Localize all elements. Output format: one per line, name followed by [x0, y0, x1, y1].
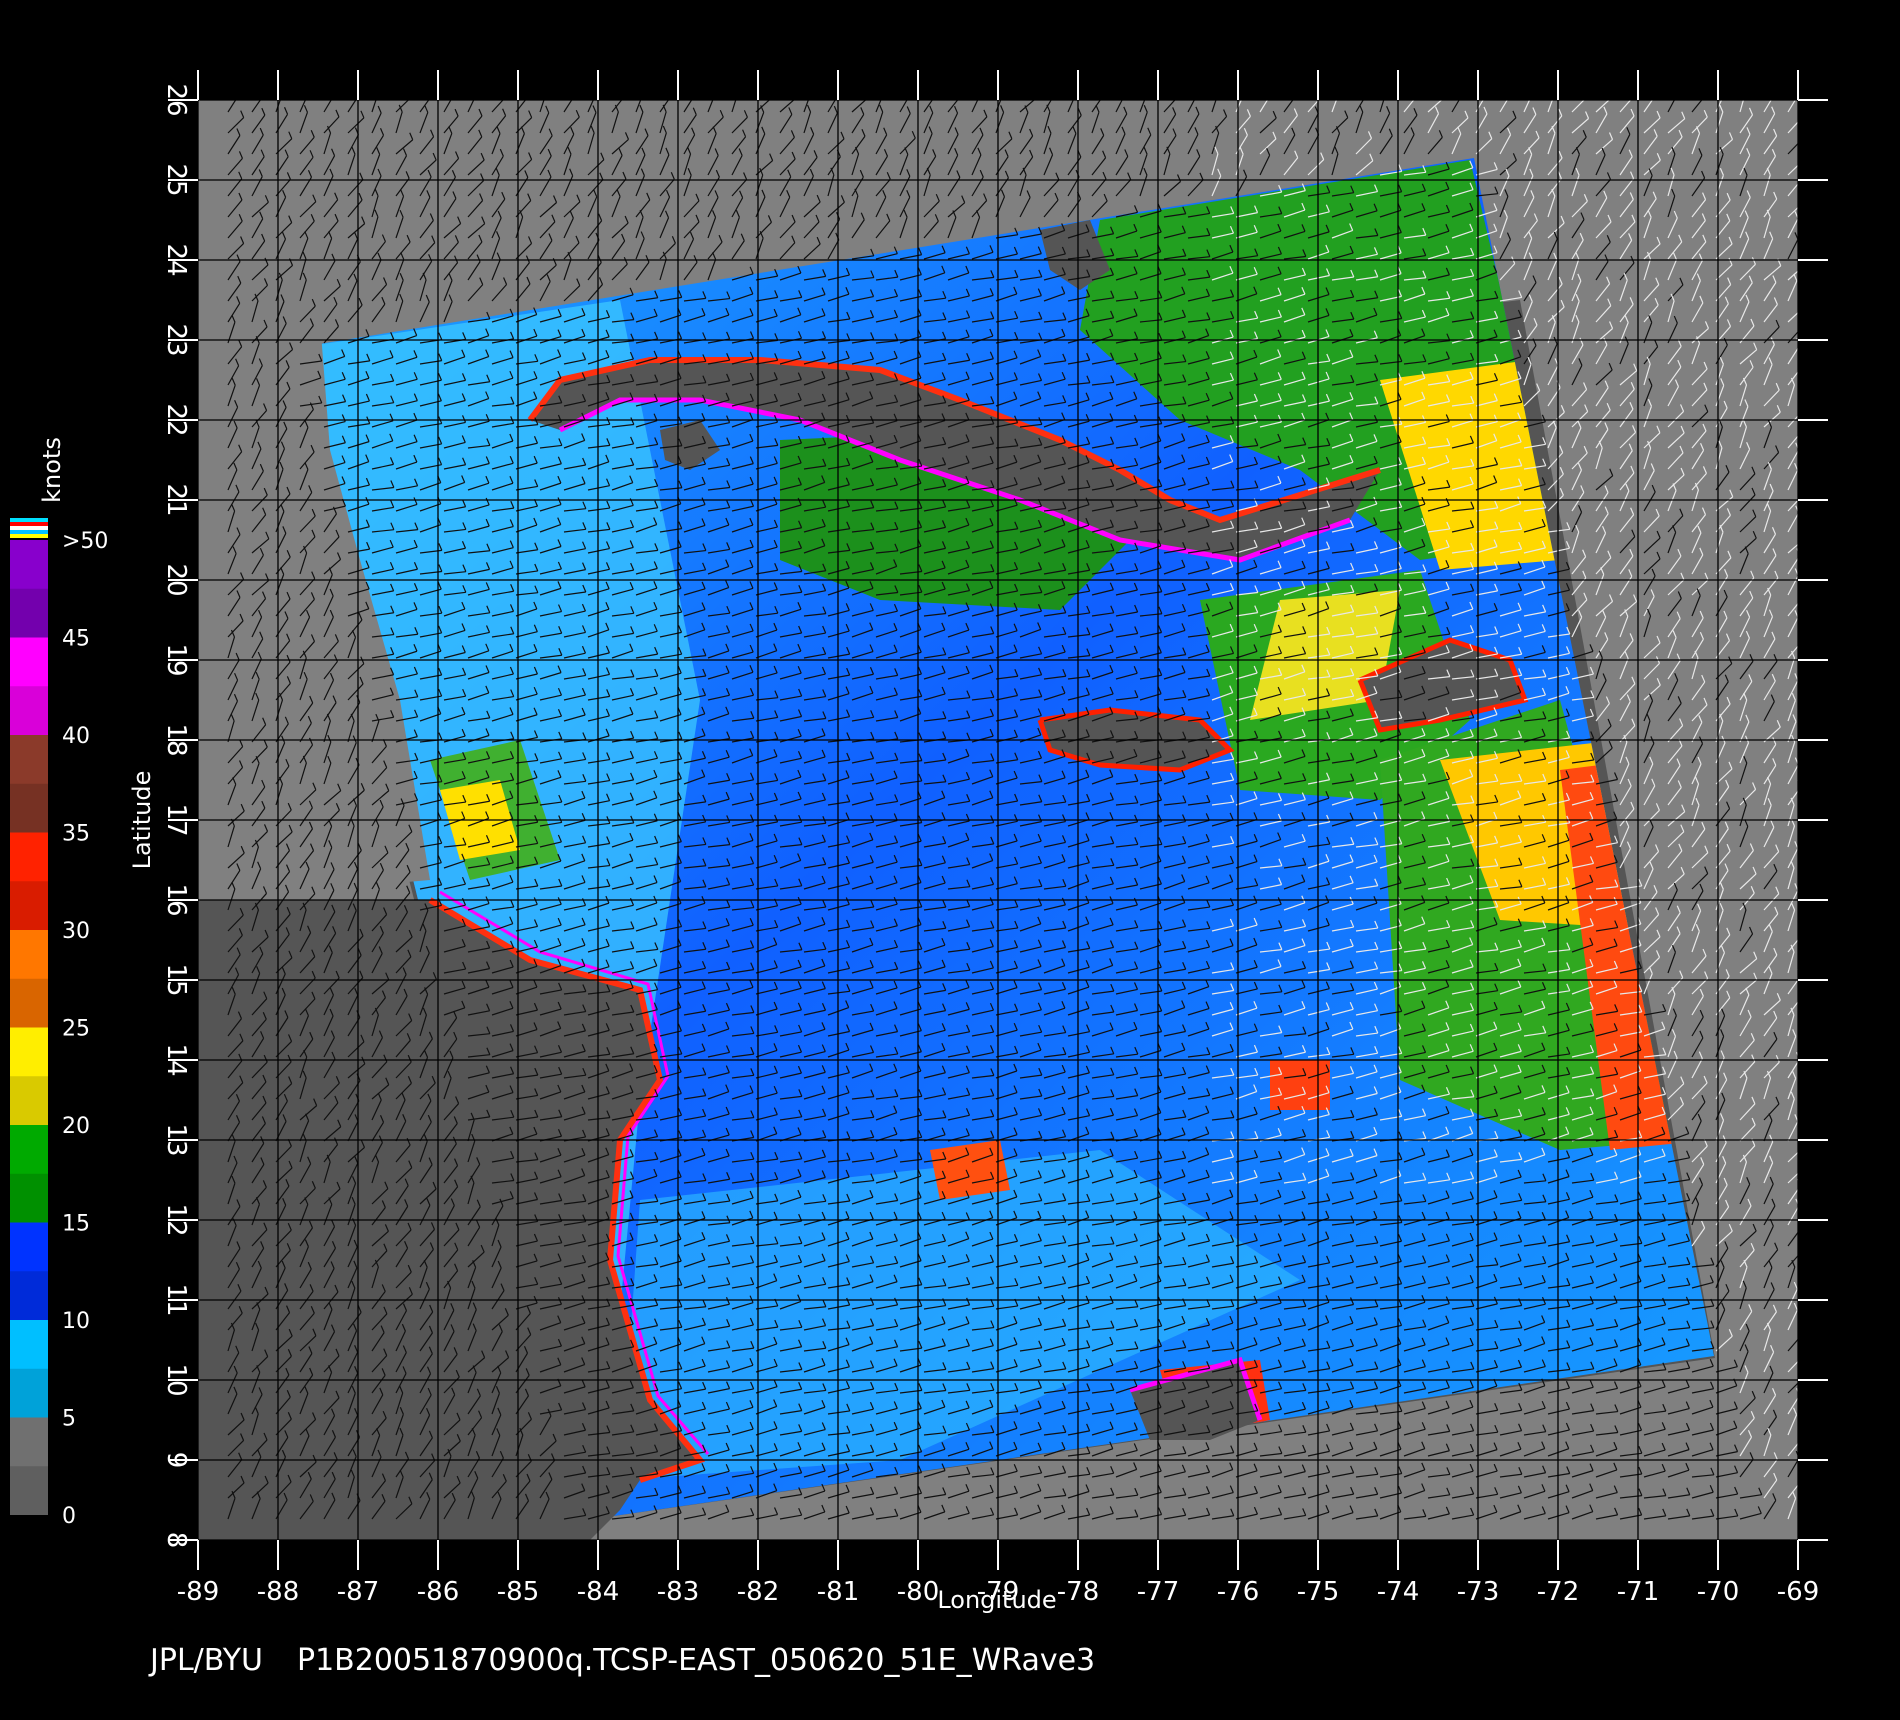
wind-barb-flag [1802, 532, 1805, 539]
wind-barb-flag [409, 90, 412, 97]
wind-barb-flag [959, 88, 962, 95]
wind-map-figure: -89 -88 -87 -86 -85 -84 -83 -82 -81 -80 -79 -78 -77-… [10, 70, 1828, 1678]
wind-barb-flag [1799, 592, 1802, 599]
wind-barb-flag [573, 86, 576, 93]
wind-barb-flag [332, 86, 335, 93]
wind-barb-flag [1123, 85, 1126, 92]
wind-barb-flag [1484, 86, 1487, 93]
wind-barb-flag [1320, 89, 1323, 96]
wind-barb-flag [881, 85, 884, 92]
wind-barb-flag [908, 86, 911, 93]
wind-barb-flag [594, 85, 597, 92]
wind-barb-flag [262, 87, 265, 94]
wind-barb-flag [1176, 89, 1179, 96]
wind-barb-flag [1001, 85, 1004, 92]
wind-barb-flag [1631, 88, 1634, 95]
wind-barb-flag [504, 89, 507, 96]
wind-barb-flag [1337, 84, 1340, 91]
wind-barb-flag [1703, 88, 1706, 95]
wind-barb-flag [1743, 84, 1746, 91]
wind-barb-flag [623, 88, 626, 95]
wind-barb-flag [1800, 404, 1803, 411]
wind-barb-flag [1145, 84, 1148, 91]
wind-barb-flag [544, 84, 547, 91]
wind-barb-flag [1799, 424, 1802, 431]
wind-barb-flag [1609, 90, 1612, 97]
wind-barb-flag [237, 86, 240, 93]
wind-barb-flag [1799, 172, 1802, 179]
wind-barb-flag [769, 90, 772, 97]
wind-barb-flag [1797, 360, 1798, 362]
wind-barb-flag [1799, 634, 1802, 641]
wind-barb-flag [693, 86, 696, 93]
wind-barb-flag [527, 88, 530, 95]
wind-barb-flag [1801, 153, 1804, 160]
wind-barb-flag [641, 84, 644, 91]
wind-barb-flag [978, 85, 981, 92]
wind-barb-flag [1364, 86, 1367, 93]
wind-barb-flag [1797, 779, 1798, 783]
scatterometer-wind-map: -89 -88 -87 -86 -85 -84 -83 -82 -81 -80 -79 -78 -77-… [0, 0, 1900, 1720]
wind-barb-flag [1415, 88, 1418, 95]
wind-barb-flag [1530, 85, 1533, 92]
wind-barb-flag [1101, 87, 1104, 94]
wind-barb-flag [1801, 300, 1804, 307]
wind-barb-flag [865, 90, 868, 97]
wind-barb-flag [1553, 84, 1556, 91]
wind-barb-flag [1383, 84, 1386, 91]
wind-barb-flag [933, 87, 936, 94]
wind-barb-flag [1800, 110, 1803, 117]
wind-barb-flag [474, 85, 477, 92]
wind-barb-flag [1460, 86, 1463, 93]
wind-barb-flag [736, 84, 739, 91]
wind-barb-flag [1216, 84, 1219, 91]
wind-barb-flag [794, 91, 797, 98]
wind-barb-flag [1800, 320, 1803, 327]
wind-barb-flag [1508, 86, 1511, 93]
wind-barb-flag [1722, 85, 1725, 92]
wind-barb-flag [1269, 86, 1272, 93]
wind-barb-flag [1675, 86, 1678, 93]
wind-barb-flag [430, 87, 433, 94]
wind-barb-flag [1294, 87, 1297, 94]
wind-barb-flag [1585, 89, 1588, 96]
wind-barb-flag [808, 84, 811, 91]
wind-barb-flag [306, 85, 309, 92]
wind-barb-flag [280, 84, 283, 91]
wind-barb-flag [1242, 85, 1245, 92]
wind-barb-flag [1441, 90, 1444, 97]
wind-barb-flag [452, 86, 455, 93]
wind-barb-flag [670, 87, 673, 94]
wind-barb-flag [1772, 86, 1775, 93]
wind-barb-flag [1653, 87, 1656, 94]
wind-barb-flag [1034, 91, 1037, 98]
wind-barb-flag [1195, 86, 1198, 93]
wind-barb-flag [1074, 85, 1077, 92]
wind-barb-flag [713, 85, 716, 92]
wind-barb-flag [376, 84, 379, 91]
wind-barb-flag [1800, 488, 1803, 495]
wind-barb-flag [1801, 195, 1804, 202]
wind-barb-flag [1800, 131, 1803, 138]
wind-barb-flag [1052, 86, 1055, 93]
